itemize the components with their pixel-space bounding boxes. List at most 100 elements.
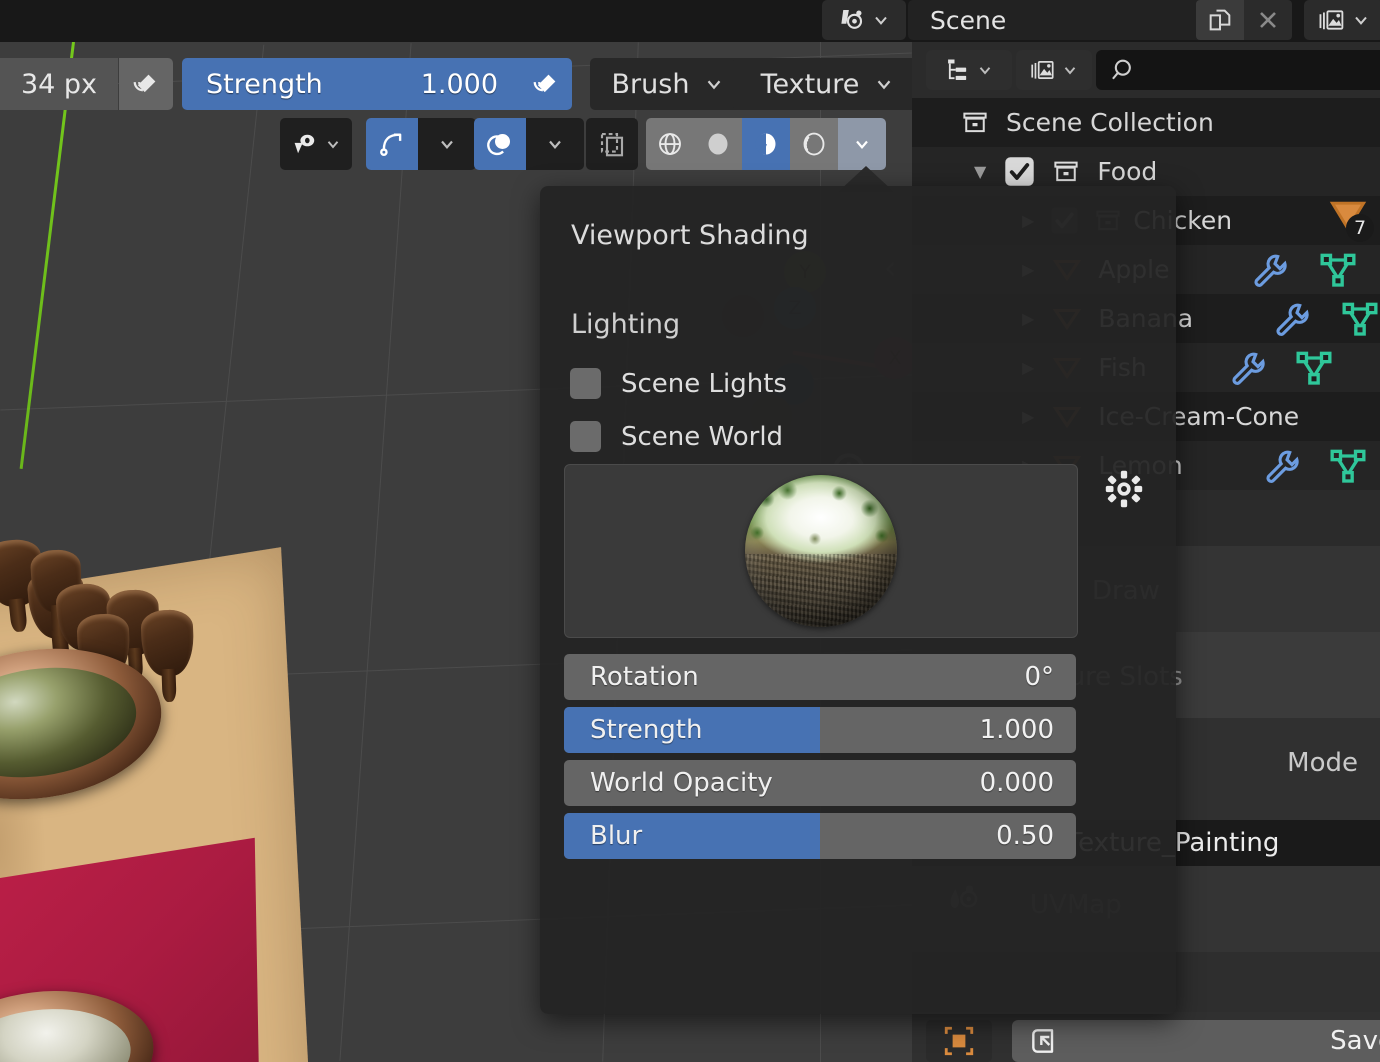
mesh-data-icon[interactable] [1318,250,1358,290]
collection-icon [1051,157,1081,187]
search-icon [1110,56,1138,84]
brush-texture-icon [531,69,561,99]
outliner-row-label: Food [1097,157,1158,186]
xray-toggle-icon [597,129,627,159]
outliner-display-mode-button[interactable] [926,50,1012,90]
mesh-data-icon[interactable] [1340,299,1380,339]
texture-dropdown-label: Texture [760,68,860,100]
scene-lights-label: Scene Lights [621,368,787,399]
collection-icon [960,108,990,138]
browse-scene-button[interactable] [822,0,906,40]
rendered-shading-button[interactable] [790,118,838,170]
scene-data-icon [837,5,867,35]
brush-strength-slider[interactable]: Strength 1.000 [182,58,520,110]
brush-texture-icon [131,69,161,99]
object-visibility-popover[interactable] [280,118,352,170]
studiolight-preview-box[interactable] [564,464,1078,638]
outliner-row-scene-collection[interactable]: Scene Collection [912,98,1380,147]
renderlayers-icon [1317,6,1347,34]
unlink-scene-button[interactable] [1244,0,1292,40]
viewport-shading-popup[interactable]: Viewport Shading Lighting Scene Lights S… [540,186,1176,1014]
world-strength-slider[interactable]: Strength 1.000 [564,707,1076,753]
overlays-popover[interactable] [526,118,584,170]
chevron-down-icon [852,134,872,154]
mesh-data-icon[interactable] [1294,348,1334,388]
scene-name-field[interactable]: Scene [908,0,1218,40]
modifier-wrench-icon[interactable] [1228,349,1266,387]
overlays-toggle[interactable] [474,118,526,170]
outliner-filter-button[interactable] [1016,50,1092,90]
overlays-icon [485,129,515,159]
chevron-down-icon [1061,61,1079,79]
strength-pressure-toggle[interactable] [520,58,572,110]
gizmo-popover[interactable] [418,118,476,170]
mesh-data-icon[interactable] [1328,446,1368,486]
chevron-down-icon [545,134,565,154]
world-opacity-value: 0.000 [979,768,1054,798]
checkbox-checked-icon[interactable] [1004,156,1035,187]
image-save-bar: Save [912,1016,1380,1062]
viewport-shading-row [0,118,912,170]
scene-lights-checkbox-row[interactable]: Scene Lights [570,368,787,399]
image-reload-icon [1028,1025,1060,1057]
chevron-down-icon [437,134,457,154]
duplicate-icon [1206,6,1234,34]
rendered-sphere-icon [799,129,829,159]
shading-popover-button[interactable] [838,118,886,170]
strength-value: 1.000 [979,715,1054,745]
material-preview-shading-button[interactable] [742,118,790,170]
children-count-badge: 7 [1346,214,1374,242]
brush-dropdown[interactable]: Brush [590,58,747,110]
gizmo-icon [377,129,407,159]
texture-dropdown[interactable]: Texture [733,58,923,110]
chevron-down-icon [976,61,994,79]
chevron-down-icon [703,73,725,95]
overlays-toggle-group[interactable] [474,118,584,170]
new-scene-button[interactable] [1196,0,1244,40]
chevron-down-icon [871,10,891,30]
scene-world-checkbox[interactable] [570,421,601,452]
grid-line [339,43,412,1061]
forest-hdri-preview[interactable] [745,475,897,627]
mode-label: Mode [1287,748,1358,778]
world-blur-slider[interactable]: Blur 0.50 [564,813,1076,859]
world-opacity-label: World Opacity [590,768,773,798]
tool-settings-header: 34 px Strength 1.000 Brush Texture [0,44,923,120]
brush-strength-label: Strength [206,68,323,100]
modifier-wrench-icon[interactable] [1250,251,1288,289]
gizmo-toggle[interactable] [366,118,418,170]
world-rotation-slider[interactable]: Rotation 0° [564,654,1076,700]
brush-strength-value: 1.000 [420,68,498,100]
outliner-search-field[interactable] [1148,56,1352,84]
chevron-down-icon [324,135,342,153]
brush-radius-field[interactable]: 34 px [0,58,118,110]
gizmo-toggle-group[interactable] [366,118,476,170]
scene-world-label: Scene World [621,421,784,452]
wireframe-shading-button[interactable] [646,118,694,170]
scene-lights-checkbox[interactable] [570,368,601,399]
modifier-wrench-icon[interactable] [1272,300,1310,338]
save-label: Save [1330,1026,1380,1056]
popup-title: Viewport Shading [571,220,809,251]
rotation-value: 0° [1024,662,1054,692]
modifier-wrench-icon[interactable] [1262,447,1300,485]
view-layer-button[interactable] [1304,0,1380,40]
rotation-label: Rotation [590,662,699,692]
blur-label: Blur [590,821,643,851]
outliner-row-label: Scene Collection [1006,108,1214,137]
xray-toggle[interactable] [586,118,638,170]
outliner-search-input[interactable] [1096,50,1380,90]
shading-mode-group[interactable] [646,118,886,170]
radius-pressure-toggle[interactable] [119,58,173,110]
gear-icon[interactable] [1103,468,1145,510]
solid-shading-button[interactable] [694,118,742,170]
scene-world-checkbox-row[interactable]: Scene World [570,421,783,452]
lighting-section-label: Lighting [571,309,681,340]
outliner-hierarchy-icon [944,56,972,84]
scene-name-text: Scene [930,5,1007,35]
object-selected-icon [942,1024,976,1058]
world-opacity-slider[interactable]: World Opacity 0.000 [564,760,1076,806]
disclosure-triangle-icon[interactable]: ▼ [974,162,986,181]
active-object-button[interactable] [926,1020,992,1062]
save-image-button[interactable]: Save [1012,1020,1380,1062]
